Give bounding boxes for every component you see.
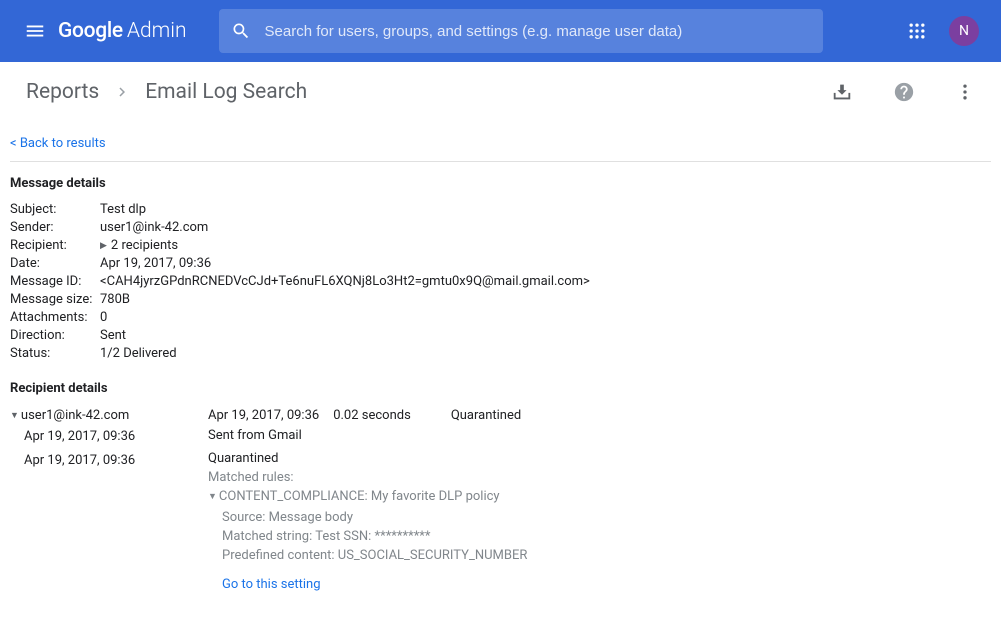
value-subject: Test dlp [100,201,146,219]
detail-duration: 0.02 seconds [333,406,411,426]
value-recipient[interactable]: ▶ 2 recipients [100,237,178,255]
back-to-results-link[interactable]: < Back to results [10,122,106,161]
rule-name: CONTENT_COMPLIANCE: My favorite DLP poli… [219,489,500,504]
row-attachments: Attachments: 0 [10,309,991,327]
chevron-right-icon [113,83,131,101]
label-direction: Direction: [10,327,100,345]
subheader-actions [831,81,975,103]
expand-down-icon: ▼ [208,488,217,507]
rule-row[interactable]: ▼CONTENT_COMPLIANCE: My favorite DLP pol… [208,487,991,508]
label-message-size: Message size: [10,291,100,309]
rule-predefined: Predefined content: US_SOCIAL_SECURITY_N… [208,546,991,565]
row-sender: Sender: user1@ink-42.com [10,219,991,237]
detail-quarantined: Quarantined [208,449,991,468]
row-status: Status: 1/2 Delivered [10,345,991,363]
row-subject: Subject: Test dlp [10,201,991,219]
menu-icon[interactable] [12,20,58,42]
detail-matched-rules-label: Matched rules: [208,468,991,487]
header-actions: N [907,16,989,46]
search-icon [231,21,251,41]
rule-matched-string: Matched string: Test SSN: ********** [208,527,991,546]
breadcrumb-email-log-search[interactable]: Email Log Search [145,80,307,104]
timeline-ts-2[interactable]: Apr 19, 2017, 09:36 [10,451,208,471]
value-date: Apr 19, 2017, 09:36 [100,255,211,273]
breadcrumb-reports[interactable]: Reports [26,80,99,104]
value-recipient-text: 2 recipients [111,237,178,255]
detail-status: Quarantined [451,406,521,426]
recipient-details-title: Recipient details [10,381,991,396]
value-direction: Sent [100,327,126,345]
label-recipient: Recipient: [10,237,100,255]
detail-sent-from: Sent from Gmail [208,426,991,445]
message-details-title: Message details [10,176,991,191]
value-message-id: <CAH4jyrzGPdnRCNEDVcCJd+Te6nuFL6XQNj8Lo3… [100,273,590,291]
timeline-ts-1[interactable]: Apr 19, 2017, 09:36 [10,427,208,447]
download-icon[interactable] [831,81,853,103]
row-date: Date: Apr 19, 2017, 09:36 [10,255,991,273]
content: < Back to results Message details Subjec… [0,122,1001,624]
app-header: GoogleAdmin N [0,0,1001,62]
breadcrumb: Reports Email Log Search [26,80,307,104]
search-box[interactable] [219,9,823,53]
row-recipient: Recipient: ▶ 2 recipients [10,237,991,255]
label-status: Status: [10,345,100,363]
logo-google: Google [58,19,123,43]
label-subject: Subject: [10,201,100,219]
logo-admin: Admin [127,19,187,43]
value-attachments: 0 [100,309,107,327]
more-vert-icon[interactable] [955,82,975,102]
divider [10,161,991,162]
label-sender: Sender: [10,219,100,237]
recipient-detail-panel: Apr 19, 2017, 09:36 0.02 seconds Quarant… [208,406,991,594]
label-date: Date: [10,255,100,273]
help-icon[interactable] [893,81,915,103]
recipient-row[interactable]: ▼user1@ink-42.com [10,406,208,427]
label-message-id: Message ID: [10,273,100,291]
recipient-email: user1@ink-42.com [21,408,129,423]
logo[interactable]: GoogleAdmin [58,19,187,43]
avatar[interactable]: N [949,16,979,46]
avatar-initial: N [959,23,969,39]
subheader: Reports Email Log Search [0,62,1001,122]
recipient-block: ▼user1@ink-42.com Apr 19, 2017, 09:36 Ap… [10,406,991,594]
expand-down-icon: ▼ [10,406,19,426]
message-details-table: Subject: Test dlp Sender: user1@ink-42.c… [10,201,991,363]
value-sender: user1@ink-42.com [100,219,208,237]
row-message-id: Message ID: <CAH4jyrzGPdnRCNEDVcCJd+Te6n… [10,273,991,291]
recipient-timeline: ▼user1@ink-42.com Apr 19, 2017, 09:36 Ap… [10,406,208,594]
go-to-setting-link[interactable]: Go to this setting [208,575,991,594]
recipient-top-row: Apr 19, 2017, 09:36 0.02 seconds Quarant… [208,406,991,426]
label-attachments: Attachments: [10,309,100,327]
apps-icon[interactable] [907,21,927,41]
value-status: 1/2 Delivered [100,345,177,363]
expand-right-icon: ▶ [100,237,107,255]
value-message-size: 780B [100,291,130,309]
search-input[interactable] [265,23,811,40]
row-message-size: Message size: 780B [10,291,991,309]
row-direction: Direction: Sent [10,327,991,345]
detail-date: Apr 19, 2017, 09:36 [208,406,319,426]
rule-source: Source: Message body [208,508,991,527]
